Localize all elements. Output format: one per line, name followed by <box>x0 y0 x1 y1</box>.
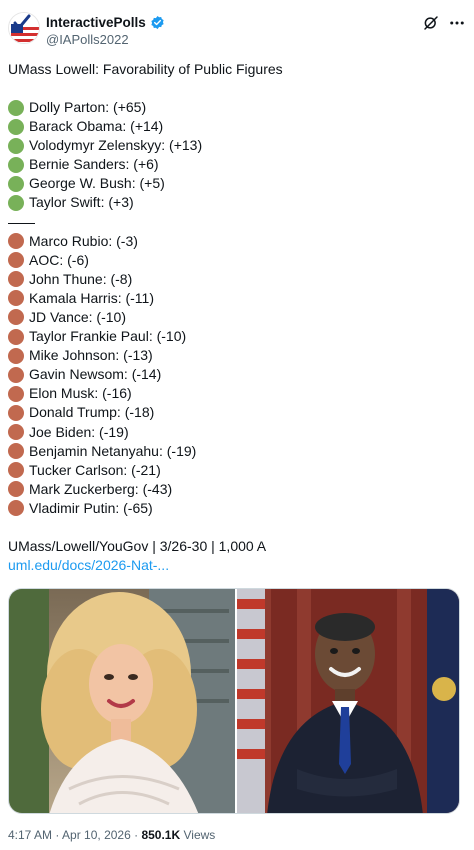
negative-item: Tucker Carlson: (-21) <box>8 461 466 480</box>
source-link[interactable]: uml.edu/docs/2026-Nat-... <box>8 556 169 575</box>
brown-circle-icon <box>8 252 24 269</box>
positive-item: Dolly Parton: (+65) <box>8 98 466 117</box>
meta-separator-2: · <box>134 828 139 842</box>
grok-icon[interactable] <box>422 14 440 32</box>
negative-item-label: Mark Zuckerberg: (-43) <box>29 480 173 497</box>
brown-circle-icon <box>8 424 24 441</box>
positive-item: Bernie Sanders: (+6) <box>8 155 466 174</box>
positive-item: Taylor Swift: (+3) <box>8 193 466 212</box>
brown-circle-icon <box>8 271 24 288</box>
positive-item-label: Taylor Swift: (+3) <box>29 194 134 211</box>
barack-obama-photo[interactable] <box>234 589 459 813</box>
more-icon[interactable] <box>448 14 466 32</box>
negative-item: Vladimir Putin: (-65) <box>8 499 466 518</box>
meta-separator: · <box>55 828 60 842</box>
negative-item: Elon Musk: (-16) <box>8 384 466 403</box>
name-row: InteractivePolls <box>46 15 165 30</box>
brown-circle-icon <box>8 481 24 498</box>
verified-badge-icon <box>151 15 164 30</box>
brown-circle-icon <box>8 290 24 307</box>
display-name[interactable]: InteractivePolls <box>46 15 146 30</box>
green-circle-icon <box>8 118 24 135</box>
positive-item-label: Bernie Sanders: (+6) <box>29 156 159 173</box>
green-circle-icon <box>8 99 24 116</box>
negative-item: AOC: (-6) <box>8 251 466 270</box>
brown-circle-icon <box>8 500 24 517</box>
negative-item-label: John Thune: (-8) <box>29 270 133 287</box>
negative-item: JD Vance: (-10) <box>8 308 466 327</box>
negative-item-label: Mike Johnson: (-13) <box>29 347 153 364</box>
source-line: UMass/Lowell/YouGov | 3/26-30 | 1,000 A <box>8 537 267 554</box>
negative-item-label: Elon Musk: (-16) <box>29 385 132 402</box>
avatar[interactable] <box>8 12 40 44</box>
positive-item: Volodymyr Zelenskyy: (+13) <box>8 136 466 155</box>
negative-item-label: Joe Biden: (-19) <box>29 423 129 440</box>
brown-circle-icon <box>8 443 24 460</box>
brown-circle-icon <box>8 385 24 402</box>
brown-circle-icon <box>8 366 24 383</box>
negative-item-label: JD Vance: (-10) <box>29 308 126 325</box>
negative-item-label: Donald Trump: (-18) <box>29 404 155 421</box>
views-label: Views <box>183 828 216 842</box>
media-images[interactable] <box>8 588 460 814</box>
handle[interactable]: @IAPolls2022 <box>46 32 129 47</box>
tweet-meta: 4:17 AM · Apr 10, 2026 · 850.1K Views <box>8 828 215 842</box>
poll-title: UMass Lowell: Favorability of Public Fig… <box>8 61 283 77</box>
negative-item: Mike Johnson: (-13) <box>8 346 466 365</box>
negative-item: Taylor Frankie Paul: (-10) <box>8 327 466 346</box>
negative-item-label: Taylor Frankie Paul: (-10) <box>29 328 187 345</box>
negative-item: Joe Biden: (-19) <box>8 423 466 442</box>
negative-item-label: Gavin Newsom: (-14) <box>29 366 162 383</box>
negative-item-label: Vladimir Putin: (-65) <box>29 499 153 516</box>
brown-circle-icon <box>8 328 24 345</box>
brown-circle-icon <box>8 404 24 421</box>
brown-circle-icon <box>8 462 24 479</box>
positive-item: George W. Bush: (+5) <box>8 174 466 193</box>
tweet-header: InteractivePolls @IAPolls2022 <box>8 12 466 52</box>
divider <box>8 213 466 232</box>
brown-circle-icon <box>8 233 24 250</box>
negative-item-label: Benjamin Netanyahu: (-19) <box>29 442 197 459</box>
negative-list: Marco Rubio: (-3) AOC: (-6) John Thune: (-… <box>8 232 466 518</box>
negative-item: Marco Rubio: (-3) <box>8 232 466 251</box>
negative-item: John Thune: (-8) <box>8 270 466 289</box>
positive-item-label: Dolly Parton: (+65) <box>29 99 147 115</box>
tweet-text: UMass Lowell: Favorability of Public Fig… <box>8 60 466 575</box>
negative-item: Gavin Newsom: (-14) <box>8 365 466 384</box>
green-circle-icon <box>8 195 24 212</box>
negative-item: Kamala Harris: (-11) <box>8 289 466 308</box>
us-flag-check-icon <box>9 13 39 43</box>
negative-item: Donald Trump: (-18) <box>8 403 466 422</box>
dolly-parton-photo[interactable] <box>9 589 235 813</box>
negative-item-label: AOC: (-6) <box>29 251 89 268</box>
brown-circle-icon <box>8 347 24 364</box>
green-circle-icon <box>8 137 24 154</box>
tweet-time[interactable]: 4:17 AM <box>8 828 52 842</box>
views-count: 850.1K <box>141 828 181 842</box>
negative-item-label: Marco Rubio: (-3) <box>29 232 138 249</box>
positive-item-label: Volodymyr Zelenskyy: (+13) <box>29 137 203 154</box>
positive-item-label: Barack Obama: (+14) <box>29 118 164 135</box>
tweet-date[interactable]: Apr 10, 2026 <box>62 828 131 842</box>
negative-item-label: Tucker Carlson: (-21) <box>29 461 161 478</box>
positive-item-label: George W. Bush: (+5) <box>29 175 165 192</box>
positive-item: Barack Obama: (+14) <box>8 117 466 136</box>
positive-list: Dolly Parton: (+65) Barack Obama: (+14) Vo… <box>8 98 466 213</box>
green-circle-icon <box>8 175 24 192</box>
negative-item: Mark Zuckerberg: (-43) <box>8 480 466 499</box>
negative-item: Benjamin Netanyahu: (-19) <box>8 442 466 461</box>
negative-item-label: Kamala Harris: (-11) <box>29 289 154 306</box>
green-circle-icon <box>8 156 24 173</box>
brown-circle-icon <box>8 309 24 326</box>
